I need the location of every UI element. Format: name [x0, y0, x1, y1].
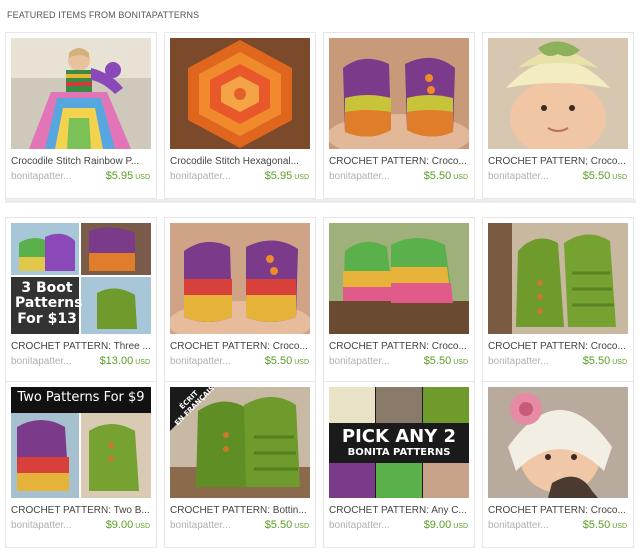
listing-price: $5.50 USD	[264, 519, 309, 531]
overlay-line: Two Patterns For $9	[17, 390, 145, 405]
shop-name[interactable]: bonitapatter...	[170, 520, 252, 531]
promo-overlay-text: 3 Boot Patterns For $13	[15, 280, 83, 327]
listing-title[interactable]: CROCHET PATTERN: Croco...	[488, 341, 630, 352]
rainbow-booties-in-hands-photo[interactable]	[170, 223, 310, 334]
overlay-line: PICK ANY 2	[341, 426, 457, 447]
overlay-line: For $13	[17, 310, 77, 327]
listing-card[interactable]: CROCHET PATTERN: Croco... bonitapatter..…	[482, 217, 634, 384]
listing-price: $5.50 USD	[264, 355, 309, 367]
listing-card[interactable]: CROCHET PATTERN; Croco... bonitapatter..…	[482, 32, 634, 199]
listing-price: $9.00 USD	[105, 519, 150, 531]
shop-name[interactable]: bonitapatter...	[329, 356, 411, 367]
listing-card[interactable]: CROCHET PATTERN: Croco... bonitapatter..…	[482, 381, 634, 548]
listing-title[interactable]: CROCHET PATTERN: Croco...	[329, 341, 471, 352]
listing-card[interactable]: CROCHET PATTERN: Croco... bonitapatter..…	[323, 32, 475, 199]
three-boot-patterns-photo[interactable]: 3 Boot Patterns For $13	[11, 223, 151, 334]
shop-name[interactable]: bonitapatter...	[329, 520, 411, 531]
listing-title[interactable]: CROCHET PATTERN: Two B...	[11, 505, 153, 516]
listing-title[interactable]: CROCHET PATTERN: Any C...	[329, 505, 471, 516]
shop-name[interactable]: bonitapatter...	[170, 171, 252, 182]
listing-title[interactable]: Crocodile Stitch Rainbow P...	[11, 156, 153, 167]
listing-price: $5.50 USD	[423, 355, 468, 367]
shop-name[interactable]: bonitapatter...	[488, 520, 570, 531]
shop-name[interactable]: bonitapatter...	[170, 356, 252, 367]
overlay-line: Patterns	[15, 295, 83, 312]
listing-price: $5.50 USD	[423, 170, 468, 182]
listing-card[interactable]: ÉCRIT EN FRANÇAIS CROCHET PATTERN: Botti…	[164, 381, 316, 548]
two-patterns-photo[interactable]: Two Patterns For $9	[11, 387, 151, 498]
listing-title[interactable]: CROCHET PATTERN: Croco...	[329, 156, 471, 167]
listing-card[interactable]: PICK ANY 2 BONITA PATTERNS CROCHET PATTE…	[323, 381, 475, 548]
shop-name[interactable]: bonitapatter...	[488, 356, 570, 367]
orange-hexagon-photo[interactable]	[170, 38, 310, 149]
listing-title[interactable]: CROCHET PATTERN; Croco...	[488, 156, 630, 167]
rainbow-tutu-dress-photo[interactable]	[11, 38, 151, 149]
listing-card[interactable]: 3 Boot Patterns For $13 CROCHET PATTERN:…	[5, 217, 157, 384]
listing-price: $5.95 USD	[264, 170, 309, 182]
baby-booties-in-hands-photo[interactable]	[329, 38, 469, 149]
listing-title[interactable]: Crocodile Stitch Hexagonal...	[170, 156, 312, 167]
rainbow-booties-on-wood-photo[interactable]	[329, 223, 469, 334]
green-boots-french-photo[interactable]: ÉCRIT EN FRANÇAIS	[170, 387, 310, 498]
overlay-line: BONITA PATTERNS	[347, 446, 451, 458]
listing-card[interactable]: Crocodile Stitch Hexagonal... bonitapatt…	[164, 32, 316, 199]
shop-name[interactable]: bonitapatter...	[329, 171, 411, 182]
section-divider	[5, 199, 636, 203]
listing-price: $5.95 USD	[105, 170, 150, 182]
baby-in-flower-hat-photo[interactable]	[488, 387, 628, 498]
listing-price: $13.00 USD	[99, 355, 150, 367]
pick-any-two-photo[interactable]: PICK ANY 2 BONITA PATTERNS	[329, 387, 469, 498]
listing-card[interactable]: CROCHET PATTERN: Croco... bonitapatter..…	[323, 217, 475, 384]
section-title: FEATURED ITEMS FROM BONITAPATTERNS	[7, 10, 200, 20]
listing-title[interactable]: CROCHET PATTERN: Croco...	[488, 505, 630, 516]
baby-in-green-hat-photo[interactable]	[488, 38, 628, 149]
shop-name[interactable]: bonitapatter...	[488, 171, 570, 182]
listing-card[interactable]: Two Patterns For $9 CROCHET PATTERN: Two…	[5, 381, 157, 548]
promo-overlay-text: Two Patterns For $9	[11, 390, 151, 405]
listing-card[interactable]: CROCHET PATTERN: Croco... bonitapatter..…	[164, 217, 316, 384]
listing-title[interactable]: CROCHET PATTERN: Croco...	[170, 341, 312, 352]
listing-price: $5.50 USD	[582, 170, 627, 182]
listing-title[interactable]: CROCHET PATTERN: Three ...	[11, 341, 153, 352]
green-slipper-boots-photo[interactable]	[488, 223, 628, 334]
listing-title[interactable]: CROCHET PATTERN: Bottin...	[170, 505, 312, 516]
listing-price: $9.00 USD	[423, 519, 468, 531]
shop-name[interactable]: bonitapatter...	[11, 171, 93, 182]
shop-name[interactable]: bonitapatter...	[11, 356, 93, 367]
promo-overlay-text: PICK ANY 2 BONITA PATTERNS	[329, 427, 469, 458]
listing-card[interactable]: Crocodile Stitch Rainbow P... bonitapatt…	[5, 32, 157, 199]
shop-name[interactable]: bonitapatter...	[11, 520, 93, 531]
listing-price: $5.50 USD	[582, 519, 627, 531]
overlay-line: 3 Boot	[21, 280, 73, 296]
listing-price: $5.50 USD	[582, 355, 627, 367]
